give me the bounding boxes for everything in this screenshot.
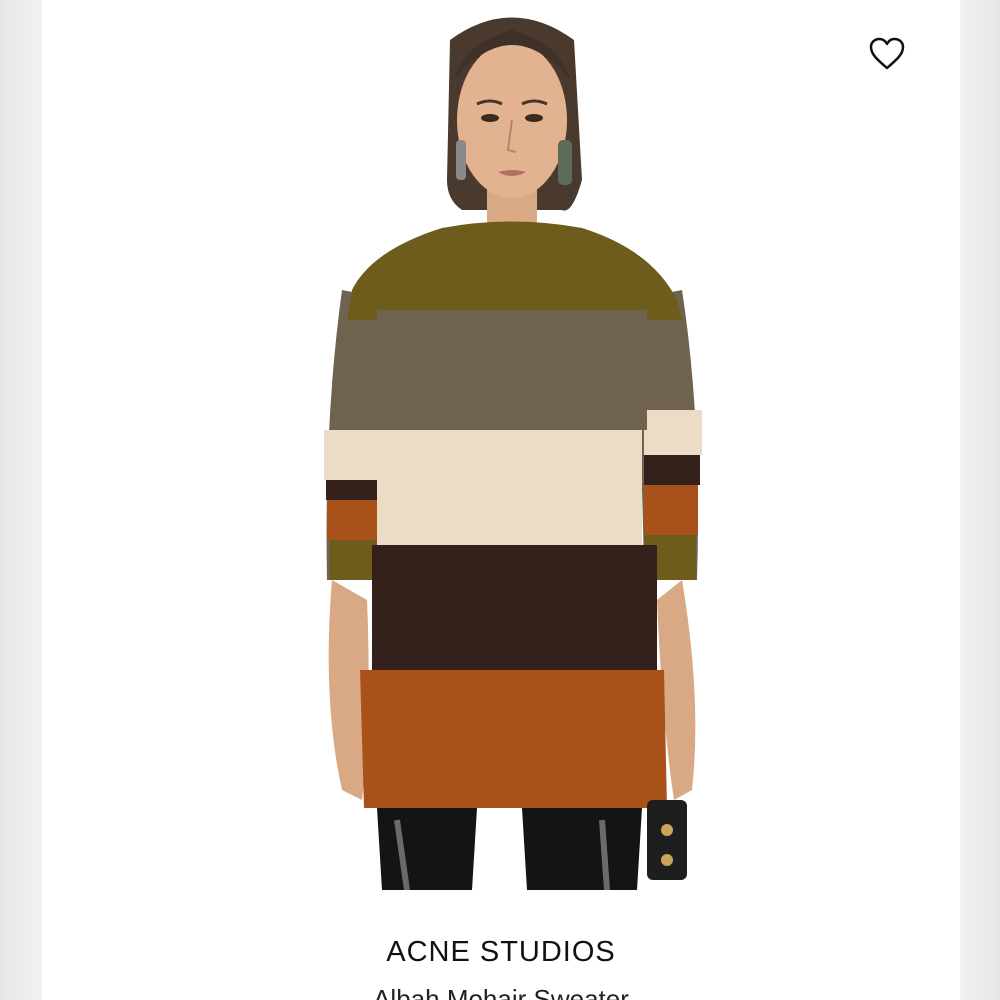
right-margin (960, 0, 1000, 1000)
brand-name[interactable]: ACNE STUDIOS (42, 936, 960, 969)
product-photo[interactable] (42, 0, 960, 891)
heart-outline-icon (869, 37, 905, 69)
product-card[interactable]: ACNE STUDIOS Albah Mohair Sweater (42, 0, 960, 1000)
product-title[interactable]: Albah Mohair Sweater (42, 984, 960, 1000)
left-margin (0, 0, 42, 1000)
favorite-button[interactable] (864, 30, 910, 76)
model-illustration (324, 17, 702, 891)
